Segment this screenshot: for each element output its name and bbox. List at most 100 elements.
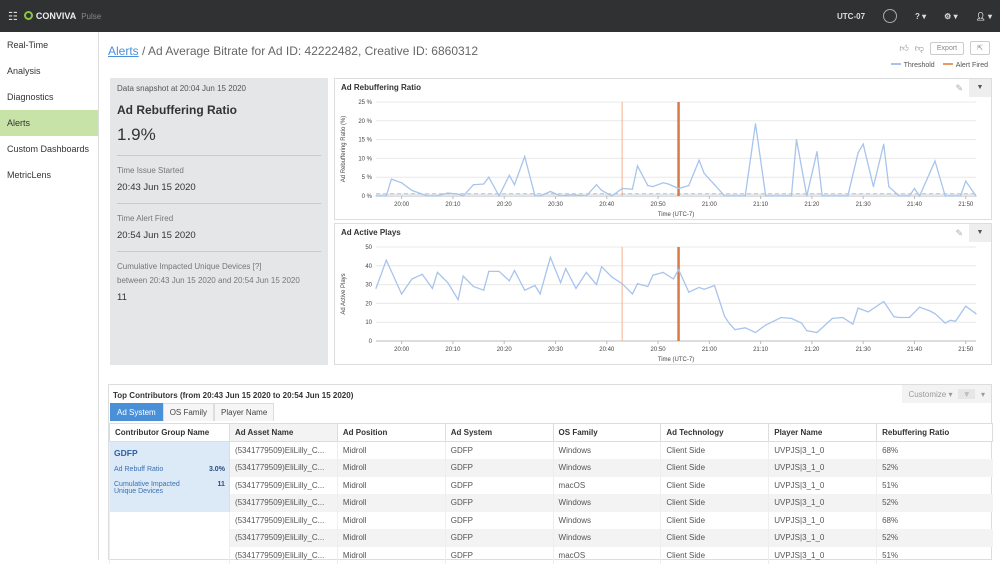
column-header[interactable]: Rebuffering Ratio — [877, 424, 993, 442]
timezone-selector[interactable]: UTC-07 — [837, 12, 865, 21]
table-cell: GDFP — [445, 512, 553, 530]
sidebar-item-analysis[interactable]: Analysis — [0, 58, 98, 84]
logo[interactable]: CONVIVA — [24, 11, 76, 21]
data-point — [934, 313, 935, 314]
table-cell: GDFP — [445, 442, 553, 460]
data-point — [637, 165, 638, 166]
data-point — [734, 329, 735, 330]
chart-menu-dropdown[interactable]: ▼ — [969, 224, 991, 242]
table-row[interactable]: (5341779509)EliLilly_C...MidrollGDFPWind… — [110, 512, 993, 530]
edit-chart-icon[interactable]: ✎ — [955, 228, 963, 239]
data-point — [929, 310, 930, 311]
sidebar-item-diagnostics[interactable]: Diagnostics — [0, 84, 98, 110]
data-point — [919, 307, 920, 308]
data-point — [755, 332, 756, 333]
y-axis-label: Ad Rebuffering Ratio (%) — [341, 116, 347, 183]
data-point — [524, 290, 525, 291]
data-point — [868, 311, 869, 312]
notification-icon[interactable] — [883, 9, 897, 23]
table-row[interactable]: (5341779509)EliLilly_C...MidrollGDFPmacO… — [110, 477, 993, 495]
table-cell: Midroll — [337, 512, 445, 530]
contributor-group-gdfp[interactable]: GDFPAd Rebuff Ratio3.0%Cumulative Impact… — [110, 442, 230, 512]
gear-icon[interactable]: ⚙ ▾ — [944, 12, 957, 21]
column-header[interactable]: OS Family — [553, 424, 661, 442]
data-point — [965, 180, 966, 181]
data-point — [540, 293, 541, 294]
table-row[interactable]: (5341779509)EliLilly_C...MidrollGDFPWind… — [110, 529, 993, 547]
data-point — [822, 195, 823, 196]
table-cell: Windows — [553, 494, 661, 512]
table-cell: 52% — [877, 494, 993, 512]
breadcrumb-alerts-link[interactable]: Alerts — [108, 44, 139, 58]
time-started: 20:43 Jun 15 2020 — [117, 182, 321, 193]
thumbs-up-icon[interactable]: 👍︎ — [899, 43, 908, 54]
column-header[interactable]: Ad System — [445, 424, 553, 442]
column-header[interactable]: Ad Asset Name — [229, 424, 337, 442]
customize-dropdown[interactable]: Customize ▾ — [902, 390, 958, 399]
table-cell: UVPJS|3_1_0 — [769, 477, 877, 495]
data-point — [745, 327, 746, 328]
group-name: GDFP — [114, 448, 225, 458]
data-point — [945, 195, 946, 196]
x-tick-label: 20:00 — [394, 202, 410, 208]
column-header[interactable]: Contributor Group Name — [110, 424, 230, 442]
tab-ad-system[interactable]: Ad System — [110, 403, 163, 421]
series-line — [376, 257, 976, 332]
data-point — [704, 289, 705, 290]
export-button[interactable]: Export — [930, 42, 964, 55]
tab-os-family[interactable]: OS Family — [163, 403, 214, 421]
table-cell: GDFP — [445, 547, 553, 564]
data-point — [637, 283, 638, 284]
sidebar-item-real-time[interactable]: Real-Time — [0, 32, 98, 58]
page-title: / Ad Average Bitrate for Ad ID: 42222482… — [139, 44, 478, 58]
table-row[interactable]: (5341779509)EliLilly_C...MidrollGDFPmacO… — [110, 547, 993, 564]
sidebar-item-alerts[interactable]: Alerts — [0, 110, 98, 136]
edit-chart-icon[interactable]: ✎ — [955, 83, 963, 94]
share-icon[interactable]: ⇱ — [970, 41, 990, 55]
user-icon[interactable]: 👤︎ ▾ — [976, 12, 992, 21]
data-point — [488, 271, 489, 272]
table-cell: UVPJS|3_1_0 — [769, 529, 877, 547]
sidebar-item-custom-dashboards[interactable]: Custom Dashboards — [0, 136, 98, 162]
data-point — [432, 288, 433, 289]
data-point — [386, 260, 387, 261]
thumbs-down-icon[interactable]: 👎︎ — [915, 43, 924, 54]
data-point — [909, 317, 910, 318]
table-cell: Client Side — [661, 547, 769, 564]
table-row[interactable]: (5341779509)EliLilly_C...MidrollGDFPWind… — [110, 459, 993, 477]
ratio-label: Ad Rebuff Ratio — [114, 466, 163, 473]
x-tick-label: 21:30 — [856, 202, 872, 208]
column-header[interactable]: Player Name — [769, 424, 877, 442]
tab-player-name[interactable]: Player Name — [214, 403, 274, 421]
chart-legend: Threshold Alert Fired — [891, 62, 988, 69]
grid-menu-icon[interactable]: ☷ — [8, 10, 18, 23]
x-tick-label: 21:30 — [856, 347, 872, 353]
help-icon[interactable]: ? ▾ — [915, 12, 926, 21]
table-row[interactable]: (5341779509)EliLilly_C...MidrollGDFPWind… — [110, 494, 993, 512]
table-cell: Midroll — [337, 459, 445, 477]
data-point — [698, 160, 699, 161]
chart-menu-dropdown[interactable]: ▼ — [969, 79, 991, 97]
data-point — [411, 190, 412, 191]
x-tick-label: 20:20 — [497, 202, 513, 208]
data-point — [863, 144, 864, 145]
table-cell: GDFP — [445, 477, 553, 495]
table-cell: (5341779509)EliLilly_C... — [229, 512, 337, 530]
data-point — [714, 184, 715, 185]
sidebar-item-metriclens[interactable]: MetricLens — [0, 162, 98, 188]
column-header[interactable]: Ad Position — [337, 424, 445, 442]
chart-type-icon[interactable]: ⩔ — [958, 389, 975, 399]
data-point — [463, 276, 464, 277]
data-point — [473, 286, 474, 287]
data-point — [483, 183, 484, 184]
impacted-range: between 20:43 Jun 15 2020 and 20:54 Jun … — [117, 274, 321, 288]
data-point — [386, 195, 387, 196]
table-row[interactable]: GDFPAd Rebuff Ratio3.0%Cumulative Impact… — [110, 442, 993, 460]
legend-alert-fired: Alert Fired — [943, 62, 988, 69]
data-point — [893, 316, 894, 317]
data-point — [806, 195, 807, 196]
panel-menu-dropdown[interactable]: ▾ — [975, 390, 991, 399]
impacted-label: Cumulative Impacted Unique Devices [?] — [117, 260, 321, 274]
snapshot-header: Data snapshot at 20:04 Jun 15 2020 — [117, 84, 321, 93]
column-header[interactable]: Ad Technology — [661, 424, 769, 442]
